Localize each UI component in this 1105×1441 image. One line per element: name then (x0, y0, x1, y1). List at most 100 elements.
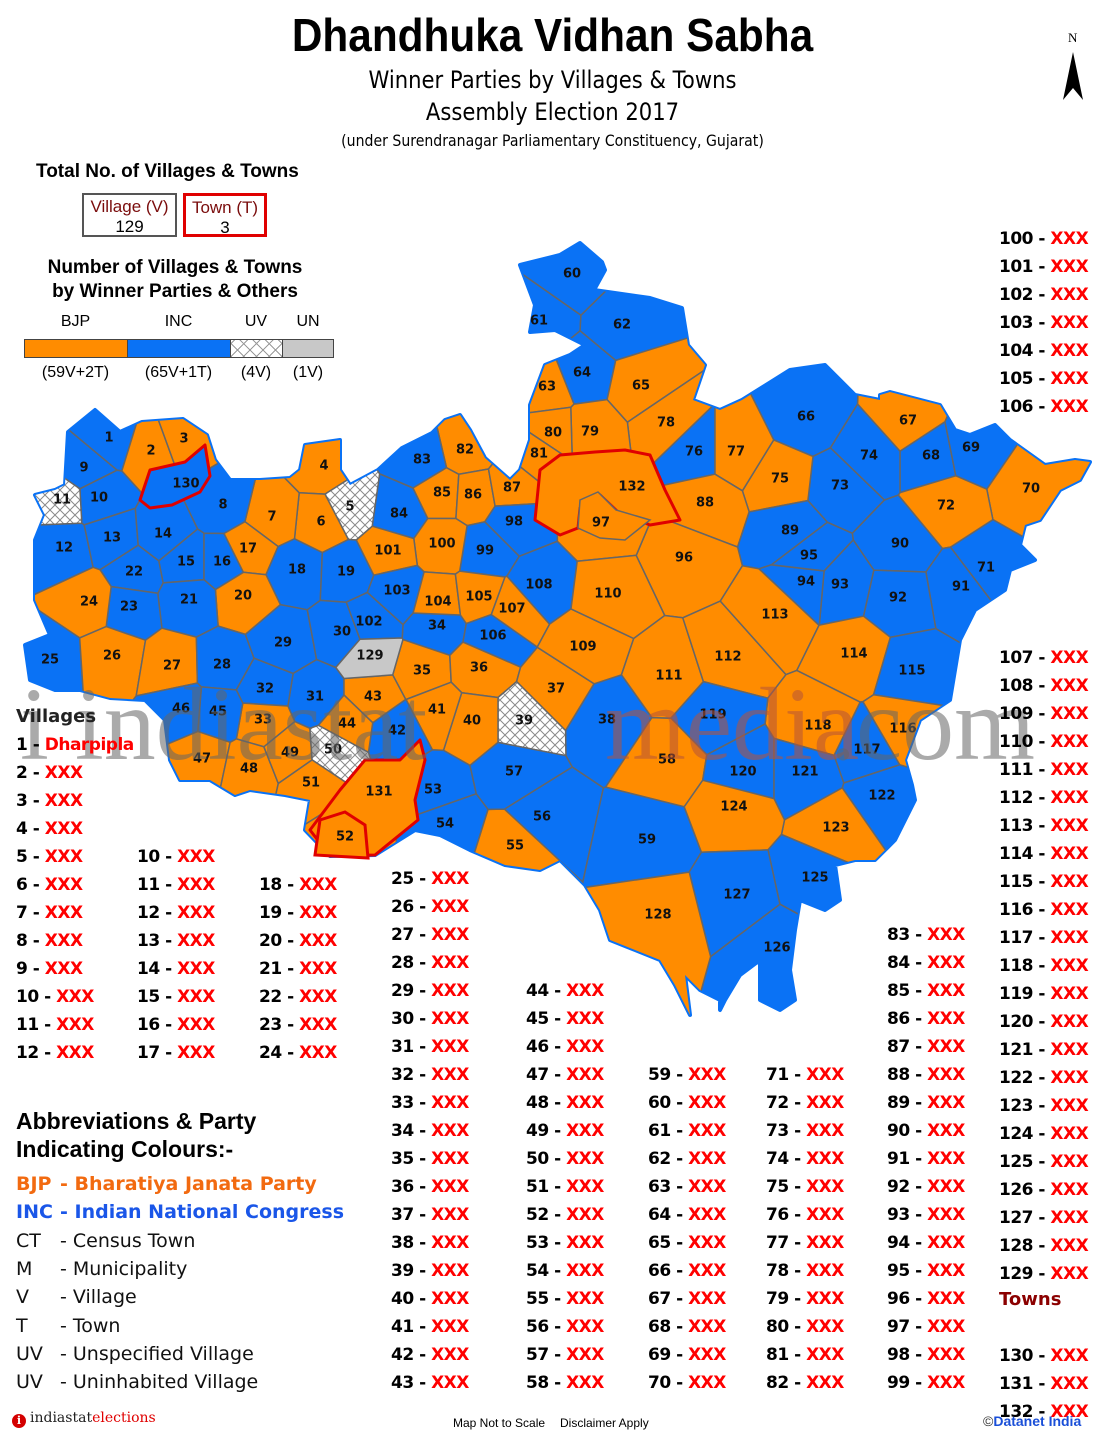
village-list-item: 38 - XXX (391, 1233, 469, 1253)
village-list-item: 107 - XXX (999, 648, 1089, 668)
map-label-90: 90 (891, 537, 909, 552)
village-name: XXX (44, 847, 83, 867)
map-label-56: 56 (533, 810, 551, 825)
village-list-item: 108 - XXX (999, 676, 1089, 696)
village-number: 29 - (391, 981, 432, 1001)
village-name: XXX (927, 1205, 965, 1225)
village-list-item: 5 - XXX (16, 847, 83, 867)
village-number: 95 - (887, 1261, 928, 1281)
village-list-item: 77 - XXX (766, 1233, 844, 1253)
map-label-26: 26 (103, 649, 121, 664)
village-name: XXX (431, 1261, 469, 1281)
village-number: 125 - (999, 1152, 1051, 1172)
map-region-62 (579, 243, 801, 362)
indiastat-elections-logo: i indiastatelections (12, 1410, 156, 1428)
village-list-item: 104 - XXX (999, 341, 1089, 361)
village-list-item: 56 - XXX (526, 1317, 604, 1337)
village-list-item: 61 - XXX (648, 1121, 726, 1141)
map-label-34: 34 (428, 619, 446, 634)
village-name: XXX (806, 1121, 844, 1141)
village-number: 102 - (999, 285, 1051, 305)
village-number: 32 - (391, 1065, 432, 1085)
village-name: XXX (44, 903, 83, 923)
map-label-71: 71 (977, 561, 995, 576)
village-number: 94 - (887, 1233, 928, 1253)
village-number: 59 - (648, 1065, 689, 1085)
village-name: XXX (1050, 872, 1089, 892)
village-list-item: 75 - XXX (766, 1177, 844, 1197)
village-name: XXX (56, 987, 94, 1007)
village-list-item: 98 - XXX (887, 1345, 965, 1365)
village-list-item: 11 - XXX (16, 1015, 94, 1035)
village-number: 40 - (391, 1289, 432, 1309)
village-list-item: 130 - XXX (999, 1346, 1089, 1366)
village-number: 9 - (16, 959, 45, 979)
map-label-58: 58 (658, 753, 676, 768)
village-list-item: 6 - XXX (16, 875, 83, 895)
village-number: 37 - (391, 1205, 432, 1225)
village-number: 127 - (999, 1208, 1051, 1228)
map-label-4: 4 (319, 459, 328, 474)
village-name: XXX (299, 987, 337, 1007)
village-list-item: 112 - XXX (999, 788, 1089, 808)
village-list-item: 35 - XXX (391, 1149, 469, 1169)
map-label-25: 25 (41, 653, 59, 668)
village-number: 82 - (766, 1373, 807, 1393)
village-number: 27 - (391, 925, 432, 945)
village-list-item: 26 - XXX (391, 897, 469, 917)
village-name: XXX (566, 1345, 604, 1365)
village-list-item: 116 - XXX (999, 900, 1089, 920)
village-list-item: 55 - XXX (526, 1289, 604, 1309)
village-number: 20 - (259, 931, 300, 951)
village-number: 48 - (526, 1093, 567, 1113)
map-label-36: 36 (470, 661, 488, 676)
village-list-item: 128 - XXX (999, 1236, 1089, 1256)
village-name: XXX (566, 1373, 604, 1393)
abbreviation-item: T - Town (16, 1315, 120, 1337)
village-number: 11 - (137, 875, 178, 895)
village-number: 67 - (648, 1289, 689, 1309)
map-label-20: 20 (234, 589, 252, 604)
village-name: XXX (688, 1289, 726, 1309)
abbreviation-item: UV - Uninhabited Village (16, 1371, 258, 1393)
village-number: 115 - (999, 872, 1051, 892)
village-number: 99 - (887, 1373, 928, 1393)
map-region-21 (157, 578, 219, 638)
village-name: XXX (1050, 313, 1089, 333)
village-name: XXX (44, 959, 83, 979)
villages-heading: Villages (16, 706, 97, 727)
village-number: 77 - (766, 1233, 807, 1253)
village-number: 21 - (259, 959, 300, 979)
village-list-item: 44 - XXX (526, 981, 604, 1001)
map-label-102: 102 (355, 615, 382, 630)
village-name: XXX (1050, 900, 1089, 920)
village-number: 97 - (887, 1317, 928, 1337)
village-number: 22 - (259, 987, 300, 1007)
map-label-112: 112 (714, 650, 741, 665)
village-list-item: 103 - XXX (999, 313, 1089, 333)
map-label-14: 14 (154, 527, 172, 542)
village-number: 71 - (766, 1065, 807, 1085)
copyright-symbol: © (983, 1413, 994, 1429)
map-label-7: 7 (267, 510, 276, 525)
map-label-101: 101 (374, 544, 401, 559)
village-list-item: 87 - XXX (887, 1037, 965, 1057)
info-logo-icon: i (12, 1414, 26, 1428)
village-name: XXX (299, 875, 337, 895)
map-label-60: 60 (563, 267, 581, 282)
village-number: 45 - (526, 1009, 567, 1029)
map-label-72: 72 (937, 499, 955, 514)
map-label-115: 115 (898, 664, 925, 679)
village-number: 100 - (999, 229, 1051, 249)
map-label-96: 96 (675, 551, 693, 566)
village-number: 90 - (887, 1121, 928, 1141)
village-list-item: 42 - XXX (391, 1345, 469, 1365)
village-list-item: 51 - XXX (526, 1177, 604, 1197)
village-number: 43 - (391, 1373, 432, 1393)
village-name: XXX (1050, 1346, 1089, 1366)
abbreviation-item: CT - Census Town (16, 1230, 195, 1252)
village-list-item: 117 - XXX (999, 928, 1089, 948)
map-label-85: 85 (433, 486, 451, 501)
village-number: 8 - (16, 931, 45, 951)
village-name: XXX (431, 1289, 469, 1309)
